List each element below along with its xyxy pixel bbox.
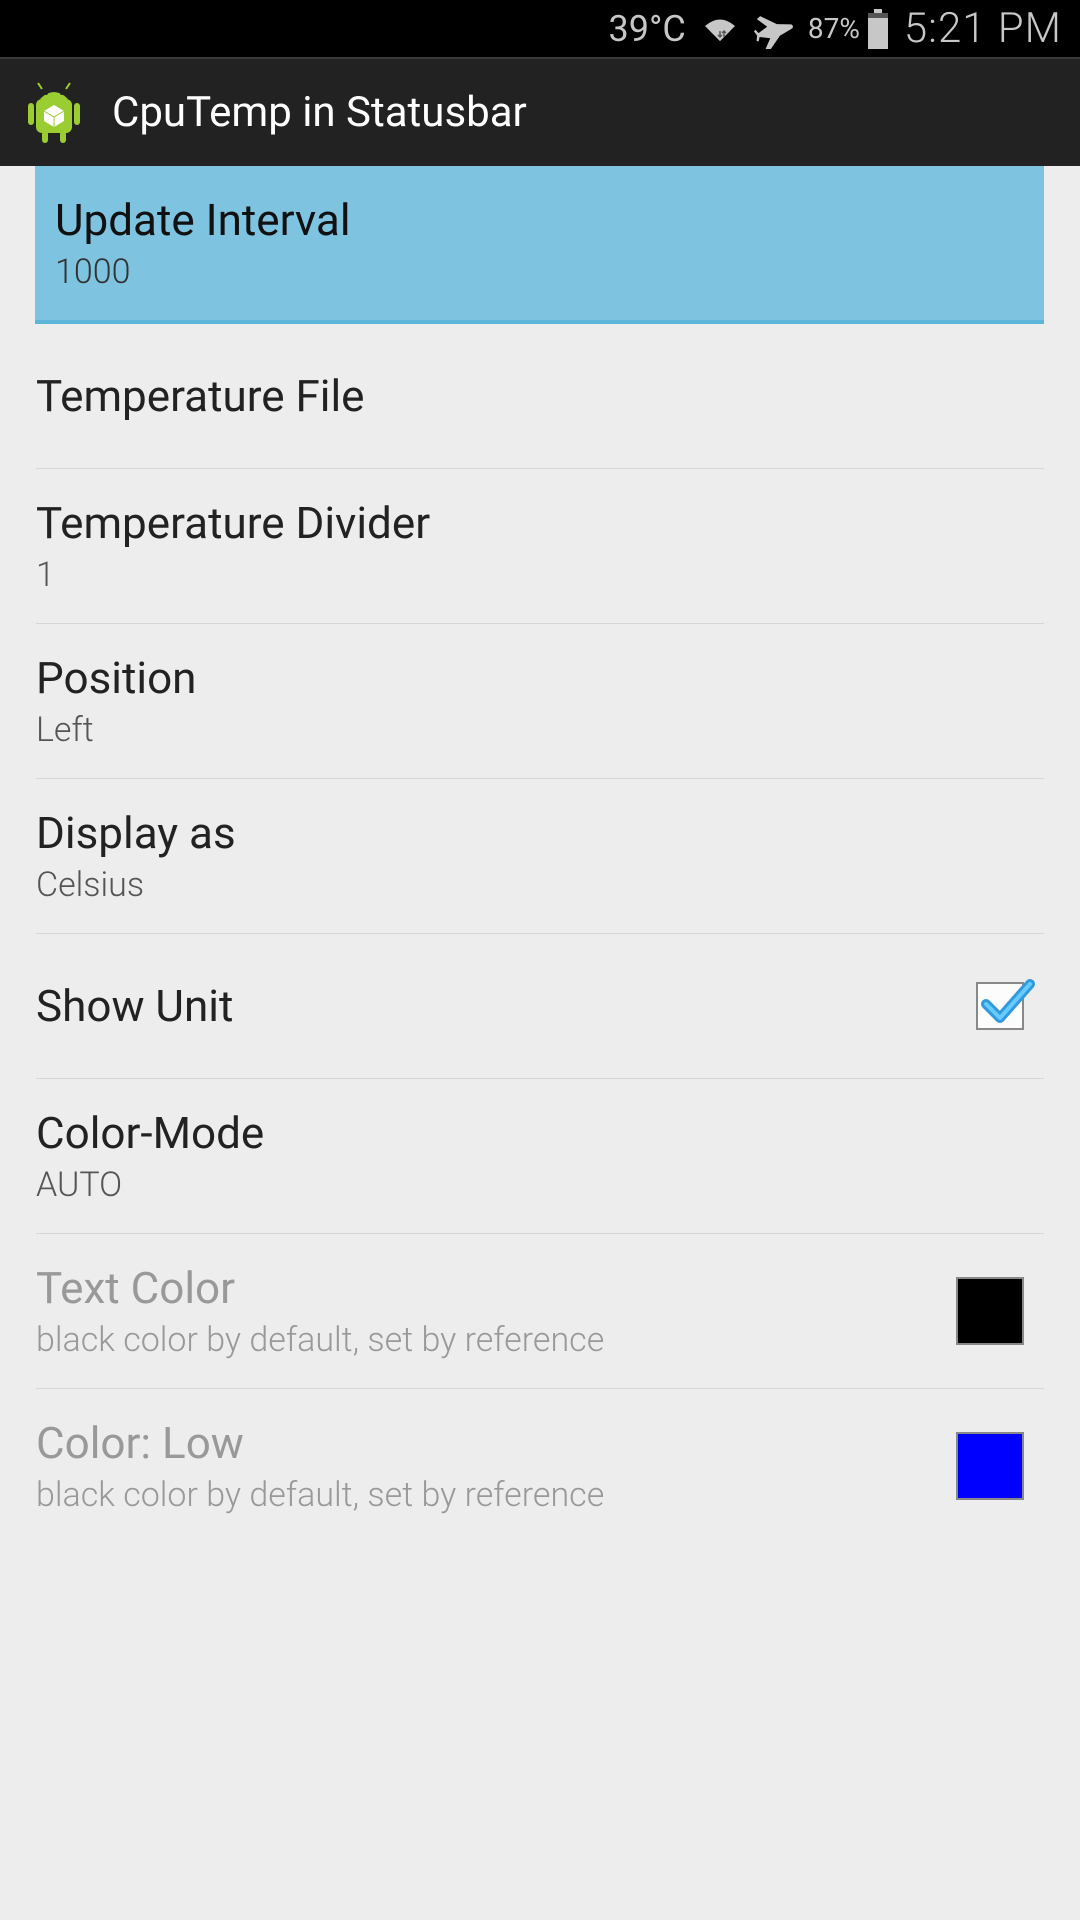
setting-update-interval[interactable]: Update Interval 1000	[35, 166, 1044, 324]
setting-text: Display as Celsius	[36, 807, 236, 905]
app-icon	[22, 81, 86, 145]
setting-title: Display as	[36, 807, 236, 859]
color-swatch-text-color[interactable]	[956, 1277, 1024, 1345]
setting-text: Position Left	[36, 652, 196, 750]
setting-title: Text Color	[36, 1262, 604, 1314]
setting-title: Temperature File	[36, 370, 365, 422]
setting-color-mode[interactable]: Color-Mode AUTO	[36, 1079, 1044, 1234]
setting-text: Color: Low black color by default, set b…	[36, 1417, 604, 1515]
setting-title: Update Interval	[55, 194, 351, 246]
setting-text: Update Interval 1000	[55, 194, 351, 292]
setting-summary: black color by default, set by reference	[36, 1475, 604, 1515]
battery-group: 87%	[808, 9, 890, 49]
setting-show-unit[interactable]: Show Unit	[36, 934, 1044, 1079]
setting-position[interactable]: Position Left	[36, 624, 1044, 779]
status-bar: 39°C 87% 5:21 PM	[0, 0, 1080, 57]
setting-temperature-divider[interactable]: Temperature Divider 1	[36, 469, 1044, 624]
setting-title: Temperature Divider	[36, 497, 430, 549]
setting-display-as[interactable]: Display as Celsius	[36, 779, 1044, 934]
setting-text: Temperature File	[36, 370, 365, 422]
statusbar-time: 5:21 PM	[904, 4, 1062, 53]
setting-summary: black color by default, set by reference	[36, 1320, 604, 1360]
statusbar-battery-percent: 87%	[808, 12, 860, 45]
setting-text-color[interactable]: Text Color black color by default, set b…	[36, 1234, 1044, 1389]
airplane-icon	[754, 9, 794, 49]
setting-title: Color: Low	[36, 1417, 604, 1469]
setting-summary: 1	[36, 555, 430, 595]
setting-text: Color-Mode AUTO	[36, 1107, 264, 1205]
setting-title: Position	[36, 652, 196, 704]
wifi-icon	[700, 13, 740, 45]
setting-title: Color-Mode	[36, 1107, 264, 1159]
setting-summary: Left	[36, 710, 196, 750]
settings-list: Update Interval 1000 Temperature File Te…	[0, 166, 1080, 1543]
statusbar-temperature: 39°C	[609, 8, 686, 50]
app-title: CpuTemp in Statusbar	[112, 88, 527, 137]
setting-text: Show Unit	[36, 980, 233, 1032]
setting-summary: 1000	[55, 252, 351, 292]
setting-temperature-file[interactable]: Temperature File	[36, 324, 1044, 469]
setting-title: Show Unit	[36, 980, 233, 1032]
color-swatch-color-low[interactable]	[956, 1432, 1024, 1500]
setting-color-low[interactable]: Color: Low black color by default, set b…	[36, 1389, 1044, 1543]
setting-text: Text Color black color by default, set b…	[36, 1262, 604, 1360]
setting-text: Temperature Divider 1	[36, 497, 430, 595]
checkmark-icon	[980, 974, 1036, 1034]
setting-summary: AUTO	[36, 1165, 264, 1205]
battery-icon	[866, 9, 890, 49]
setting-summary: Celsius	[36, 865, 236, 905]
checkbox-show-unit[interactable]	[976, 982, 1024, 1030]
action-bar: CpuTemp in Statusbar	[0, 57, 1080, 166]
